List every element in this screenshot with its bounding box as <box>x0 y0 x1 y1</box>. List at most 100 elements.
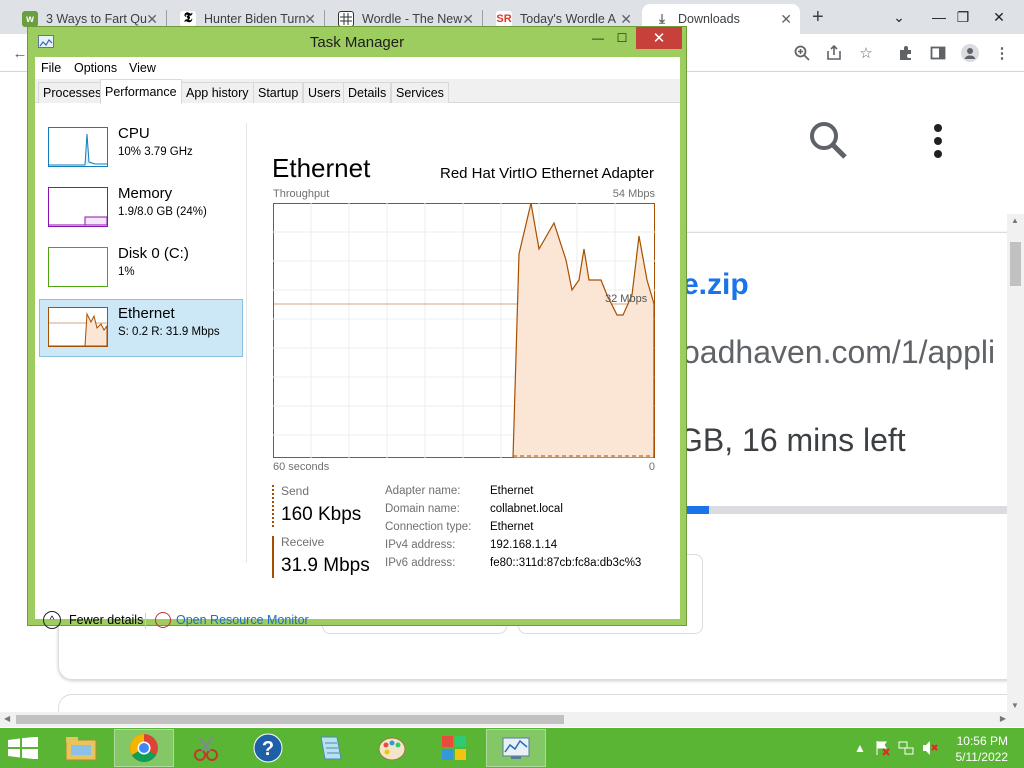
tab-performance[interactable]: Performance <box>100 79 182 104</box>
graph-scale-label: 32 Mbps <box>605 293 648 305</box>
download-progress-bar <box>660 506 1007 514</box>
file-explorer-icon[interactable] <box>51 729 111 767</box>
graph-time-right: 0 <box>648 461 655 473</box>
sidebar-divider <box>246 123 247 563</box>
sidebar-item-detail: 10% 3.79 GHz <box>118 146 193 158</box>
menu-kebab-icon[interactable]: ⋮ <box>992 43 1012 63</box>
zoom-icon[interactable] <box>792 43 812 63</box>
side-panel-icon[interactable] <box>928 43 948 63</box>
task-manager-client: File Options View Processes Performance … <box>35 57 680 629</box>
search-icon[interactable] <box>808 120 848 165</box>
tab-users[interactable]: Users <box>303 82 346 103</box>
snipping-tool-icon[interactable] <box>176 729 236 767</box>
tab-title: 3 Ways to Fart Qu <box>46 12 147 26</box>
open-resource-monitor-link[interactable]: Open Resource Monitor <box>176 613 309 627</box>
download-item-card <box>58 694 1007 712</box>
property-value: fe80::311d:87cb:fc8a:db3c%3 <box>490 557 642 569</box>
sidebar-item-detail: 1% <box>118 266 135 278</box>
clock-time: 10:56 PM <box>956 734 1008 748</box>
menu-file[interactable]: File <box>41 61 61 75</box>
paint-icon[interactable] <box>362 729 422 767</box>
receive-value: 31.9 Mbps <box>281 555 370 576</box>
notepad-icon[interactable] <box>300 729 360 767</box>
sidebar-item-detail: 1.9/8.0 GB (24%) <box>118 206 207 218</box>
chrome-icon[interactable] <box>114 729 174 767</box>
office-icon[interactable] <box>424 729 484 767</box>
tab-title: Hunter Biden Turn <box>204 12 306 26</box>
graph-time-left: 60 seconds <box>273 461 330 473</box>
menu-options[interactable]: Options <box>74 61 117 75</box>
sidebar-item-label: Memory <box>118 185 173 202</box>
tab-title: Wordle - The New <box>362 12 463 26</box>
close-tab-icon[interactable]: ✕ <box>780 11 792 28</box>
sidebar-item-ethernet[interactable]: Ethernet S: 0.2 R: 31.9 Mbps <box>39 299 243 357</box>
task-manager-taskbar-icon[interactable] <box>486 729 546 767</box>
task-manager-window: Task Manager — ☐ ✕ File Options View Pro… <box>27 26 687 629</box>
maximize-button[interactable]: ☐ <box>610 27 634 49</box>
receive-label: Receive <box>281 535 325 549</box>
sidebar-item-label: CPU <box>118 125 150 142</box>
horizontal-scrollbar[interactable]: ◀ ▶ <box>0 712 1024 727</box>
new-tab-button[interactable]: + <box>812 6 824 29</box>
sidebar-item-label: Disk 0 (C:) <box>118 245 189 262</box>
action-center-flag-icon[interactable] <box>874 740 890 756</box>
disk-mini-graph <box>48 247 108 287</box>
receive-legend-bar <box>272 536 274 578</box>
download-url[interactable]: oadhaven.com/1/appli <box>682 334 995 371</box>
sidebar-item-disk[interactable]: Disk 0 (C:) 1% <box>39 239 243 297</box>
system-clock[interactable]: 10:56 PM 5/11/2022 <box>956 733 1009 765</box>
share-icon[interactable] <box>824 43 844 63</box>
ethernet-mini-graph <box>48 307 108 347</box>
help-icon[interactable]: ? <box>238 729 298 767</box>
sidebar-item-label: Ethernet <box>118 305 175 322</box>
cpu-mini-graph <box>48 127 108 167</box>
chevron-up-icon[interactable]: ^ <box>43 611 61 629</box>
network-icon[interactable] <box>898 740 914 756</box>
graph-max-label: 54 Mbps <box>612 188 655 200</box>
extensions-puzzle-icon[interactable] <box>896 43 916 63</box>
tab-title: Downloads <box>678 12 740 26</box>
sidebar-item-detail: S: 0.2 R: 31.9 Mbps <box>118 326 220 338</box>
tab-details[interactable]: Details <box>343 82 392 103</box>
property-value: Ethernet <box>490 521 534 533</box>
property-key: Domain name: <box>385 503 460 515</box>
vertical-scrollbar[interactable]: ▲ ▼ <box>1007 214 1024 712</box>
windows-start-icon[interactable] <box>8 736 38 760</box>
tab-processes[interactable]: Processes <box>38 82 107 103</box>
svg-text:?: ? <box>262 738 274 760</box>
property-value: 192.168.1.14 <box>490 539 558 551</box>
scroll-thumb[interactable] <box>1010 242 1021 286</box>
sidebar-item-memory[interactable]: Memory 1.9/8.0 GB (24%) <box>39 179 243 237</box>
fewer-details-link[interactable]: Fewer details <box>69 613 143 627</box>
tab-startup[interactable]: Startup <box>253 82 304 103</box>
scroll-thumb[interactable] <box>16 715 564 724</box>
close-button[interactable]: ✕ <box>636 27 682 49</box>
download-file-name[interactable]: e.zip <box>682 268 749 302</box>
send-legend-bar <box>272 485 275 527</box>
resource-monitor-icon[interactable] <box>155 612 171 628</box>
bookmark-star-icon[interactable]: ☆ <box>856 43 876 63</box>
tab-bar: Processes Performance App history Startu… <box>35 79 680 104</box>
download-icon: ⤓ <box>659 11 665 26</box>
clock-date: 5/11/2022 <box>955 750 1009 764</box>
title-bar[interactable]: Task Manager — ☐ ✕ <box>28 27 686 57</box>
throughput-graph <box>273 202 655 459</box>
more-options-icon[interactable] <box>930 122 946 167</box>
tab-app-history[interactable]: App history <box>181 82 254 103</box>
show-hidden-icons-icon[interactable]: ▲ <box>852 740 868 756</box>
wordle-grid-icon <box>338 11 354 27</box>
sidebar-item-cpu[interactable]: CPU 10% 3.79 GHz <box>39 119 243 177</box>
sportsrush-icon: SR <box>496 11 512 27</box>
tab-title: Today's Wordle A <box>520 12 616 26</box>
send-value: 160 Kbps <box>281 504 362 525</box>
minimize-button[interactable]: — <box>586 27 610 49</box>
property-key: Adapter name: <box>385 485 461 497</box>
volume-muted-icon[interactable] <box>922 740 938 756</box>
menu-view[interactable]: View <box>129 61 156 75</box>
property-value: collabnet.local <box>490 503 563 515</box>
close-window-button[interactable]: ✕ <box>976 0 1022 34</box>
profile-avatar-icon[interactable] <box>960 43 980 63</box>
tab-services[interactable]: Services <box>391 82 449 103</box>
property-value: Ethernet <box>490 485 534 497</box>
adapter-description: Red Hat VirtIO Ethernet Adapter <box>439 165 654 182</box>
